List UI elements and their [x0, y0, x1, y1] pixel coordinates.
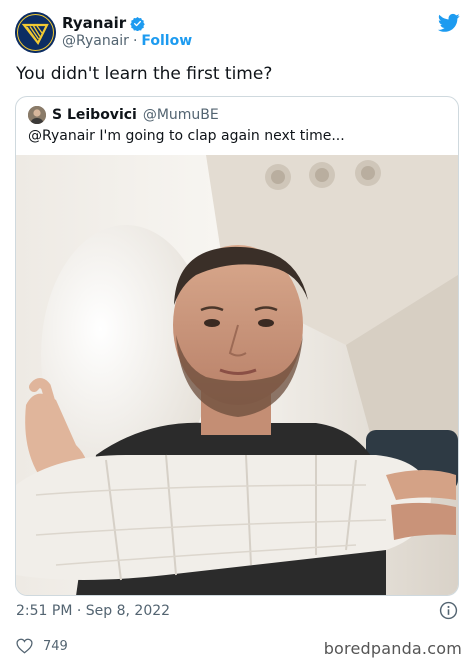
follow-button[interactable]: Follow [141, 33, 192, 49]
quoted-author-handle[interactable]: @MumuBE [143, 107, 219, 123]
ryanair-avatar[interactable] [15, 12, 56, 53]
info-icon[interactable] [439, 601, 458, 620]
ryanair-harp-logo-icon [15, 12, 56, 53]
twitter-bird-icon[interactable] [438, 13, 460, 33]
boredpanda-watermark: boredpanda.com [323, 639, 462, 658]
tweet-timestamp[interactable]: 2:51 PM · Sep 8, 2022 [16, 603, 170, 619]
quoted-tweet-header: S Leibovici @MumuBE [28, 106, 219, 124]
quoted-author-avatar[interactable] [28, 106, 46, 124]
author-handle-row: @Ryanair · Follow [62, 33, 192, 49]
quoted-tweet-text: @Ryanair I'm going to clap again next ti… [28, 128, 345, 144]
quoted-tweet-photo[interactable] [16, 155, 458, 595]
tweet-text: You didn't learn the first time? [16, 64, 273, 84]
author-name-row: Ryanair [62, 14, 145, 32]
heart-icon[interactable] [16, 638, 33, 654]
tweet-header: Ryanair @Ryanair · Follow [0, 0, 474, 62]
airplane-selfie-photo [16, 155, 458, 595]
like-count: 749 [43, 638, 68, 654]
like-stat[interactable]: 749 [16, 638, 68, 654]
verified-badge-icon [130, 16, 145, 31]
author-handle[interactable]: @Ryanair [62, 33, 129, 49]
person-avatar-icon [28, 106, 46, 124]
separator-dot: · [132, 33, 138, 49]
quoted-tweet[interactable]: S Leibovici @MumuBE @Ryanair I'm going t… [15, 96, 459, 596]
quoted-author-name[interactable]: S Leibovici [52, 107, 137, 123]
author-display-name[interactable]: Ryanair [62, 14, 126, 32]
